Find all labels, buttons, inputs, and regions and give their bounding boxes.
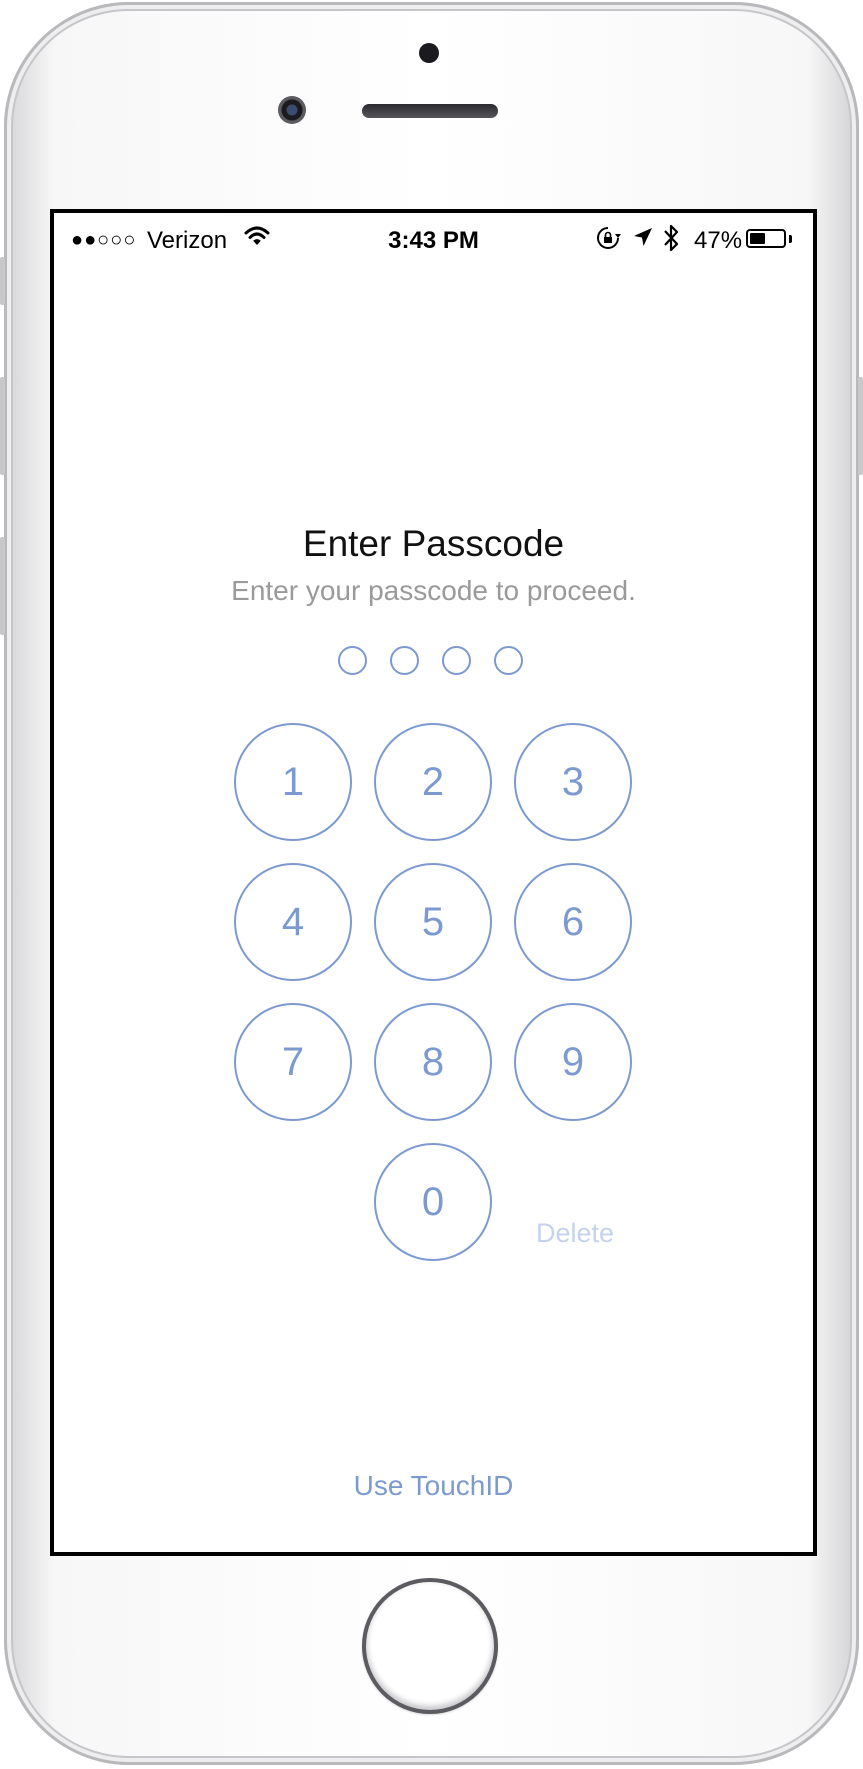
keypad-key-3[interactable]: 3 — [514, 723, 632, 841]
passcode-dots — [338, 646, 528, 680]
battery-percentage: 47% — [694, 227, 743, 254]
volume-down-button — [0, 537, 5, 635]
passcode-dot — [390, 646, 419, 675]
keypad-key-2[interactable]: 2 — [374, 723, 492, 841]
mute-switch — [0, 257, 5, 305]
keypad-key-1[interactable]: 1 — [234, 723, 352, 841]
delete-button[interactable]: Delete — [516, 1213, 634, 1253]
bluetooth-icon — [662, 223, 680, 260]
keypad-key-8[interactable]: 8 — [374, 1003, 492, 1121]
front-camera — [278, 96, 306, 124]
earpiece-speaker — [362, 104, 498, 118]
passcode-dot — [442, 646, 471, 675]
keypad-key-9[interactable]: 9 — [514, 1003, 632, 1121]
keypad-key-7[interactable]: 7 — [234, 1003, 352, 1121]
status-bar: ●●○○○ Verizon 3:43 PM 47% — [54, 213, 813, 265]
keypad-key-0[interactable]: 0 — [374, 1143, 492, 1261]
home-button[interactable] — [362, 1578, 498, 1714]
keypad-key-5[interactable]: 5 — [374, 863, 492, 981]
phone-screen: ●●○○○ Verizon 3:43 PM 47% Enter Passcode… — [50, 209, 817, 1556]
use-touchid-button[interactable]: Use TouchID — [54, 1470, 813, 1502]
battery-icon — [746, 229, 786, 248]
passcode-dot — [494, 646, 523, 675]
battery-tip — [789, 235, 792, 243]
page-subtitle: Enter your passcode to proceed. — [231, 575, 636, 606]
volume-up-button — [0, 377, 5, 475]
battery-fill — [750, 233, 765, 244]
power-button — [858, 377, 863, 475]
location-arrow-icon — [632, 225, 654, 256]
keypad-key-6[interactable]: 6 — [514, 863, 632, 981]
page-title: Enter Passcode — [302, 523, 565, 564]
passcode-dot — [338, 646, 367, 675]
orientation-lock-icon — [595, 225, 621, 258]
keypad-key-4[interactable]: 4 — [234, 863, 352, 981]
proximity-sensor — [419, 43, 439, 63]
